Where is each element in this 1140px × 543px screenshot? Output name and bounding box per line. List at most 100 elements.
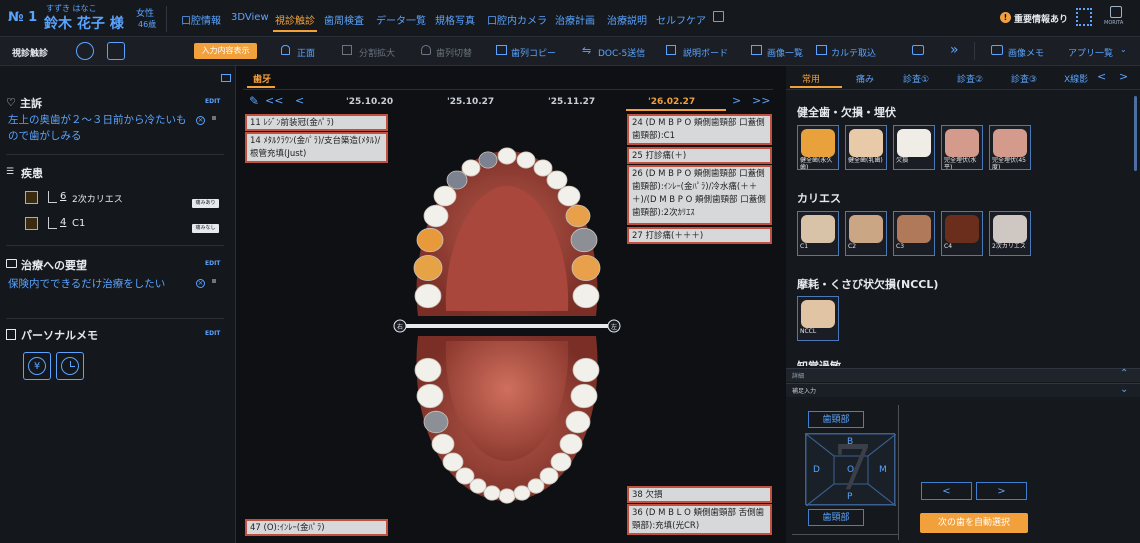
upper-tooth[interactable]: [571, 255, 601, 282]
surface-M[interactable]: M: [879, 465, 887, 475]
tab-pain[interactable]: 痛み: [856, 72, 874, 85]
tab-exam-1[interactable]: 診査①: [903, 72, 929, 85]
surface-B[interactable]: B: [847, 437, 853, 447]
collapse-panel-icon[interactable]: [221, 74, 231, 82]
nav-treatment-plan[interactable]: 治療計画: [555, 12, 595, 27]
nav-self-care[interactable]: セルフケア: [656, 12, 706, 27]
date-col-2[interactable]: '25.10.27: [447, 97, 494, 107]
upper-tooth[interactable]: [461, 159, 481, 177]
upper-tooth[interactable]: [446, 170, 468, 190]
upper-tooth[interactable]: [546, 170, 568, 190]
upper-tooth[interactable]: [497, 147, 517, 165]
nav-last-button[interactable]: >>: [752, 94, 770, 107]
note-tooth-47[interactable]: 47 (O):ｲﾝﾚｰ(金ﾊﾟﾗ): [245, 519, 388, 536]
upper-tooth[interactable]: [414, 283, 442, 309]
lower-tooth[interactable]: [416, 383, 444, 409]
split-zoom-button[interactable]: 分割拡大: [359, 46, 395, 59]
caries-thumb[interactable]: C1: [797, 211, 839, 256]
lower-tooth[interactable]: [565, 410, 591, 434]
nav-prev-button[interactable]: <: [295, 94, 304, 107]
drag-handle-icon[interactable]: [212, 279, 216, 283]
tab-xray[interactable]: X線影: [1064, 72, 1088, 85]
healthy-missing-thumb[interactable]: 完全埋伏(水平): [941, 125, 983, 170]
note-tooth-25[interactable]: 25 打診痛(＋): [627, 147, 772, 164]
next-tooth-button[interactable]: >: [976, 482, 1027, 500]
upper-tooth[interactable]: [423, 204, 449, 228]
personal-memo-edit[interactable]: EDIT: [205, 330, 220, 337]
upper-tooth[interactable]: [413, 255, 443, 282]
lower-tooth[interactable]: [423, 410, 449, 434]
lower-tooth[interactable]: [431, 433, 455, 455]
dental-arch-diagram[interactable]: 右 左: [388, 146, 626, 541]
image-list-button[interactable]: 画像一覧: [767, 46, 803, 59]
nav-3dview[interactable]: 3DView: [231, 12, 269, 23]
explanation-board-button[interactable]: 説明ボード: [683, 46, 728, 59]
input-display-button[interactable]: 入力内容表示: [194, 43, 257, 59]
face-scan-icon[interactable]: [107, 42, 125, 60]
chart-import-button[interactable]: カルテ取込: [831, 46, 876, 59]
row-copy-button[interactable]: 歯列コピー: [511, 46, 556, 59]
surface-selector[interactable]: 7 B D O M P: [805, 432, 896, 506]
nav-visual-palpation[interactable]: 視診触診: [275, 12, 315, 27]
upper-tooth[interactable]: [572, 283, 600, 309]
doc-send-button[interactable]: DOC-5送信: [598, 46, 645, 59]
lower-tooth[interactable]: [414, 357, 442, 383]
prev-tooth-button[interactable]: <: [921, 482, 972, 500]
lower-tooth[interactable]: [513, 485, 531, 501]
detail-panel-header[interactable]: 詳細 ⌃: [786, 368, 1140, 382]
date-col-3[interactable]: '25.11.27: [548, 97, 595, 107]
chevron-down-icon[interactable]: ⌄: [1120, 384, 1128, 395]
drag-handle-icon[interactable]: [212, 116, 216, 120]
note-tooth-24[interactable]: 24 (D M B P O 頬側歯頸部 口蓋側歯頸部):C1: [627, 114, 772, 145]
scrollbar[interactable]: [1134, 96, 1137, 171]
upper-tooth[interactable]: [478, 151, 498, 169]
upper-tooth[interactable]: [557, 185, 581, 207]
nav-first-button[interactable]: <<: [265, 94, 283, 107]
yen-icon[interactable]: ¥: [23, 352, 51, 380]
upper-tooth[interactable]: [516, 151, 536, 169]
upper-tooth[interactable]: [433, 185, 457, 207]
disease-item[interactable]: 6 2次カリエス 痛みあり: [25, 191, 225, 208]
clear-icon[interactable]: ×: [196, 116, 205, 125]
cervical-bottom-button[interactable]: 歯頸部: [808, 509, 864, 526]
note-tooth-27[interactable]: 27 打診痛(＋＋＋): [627, 227, 772, 244]
nav-data-list[interactable]: データ一覧: [376, 12, 426, 27]
note-tooth-38[interactable]: 38 欠損: [627, 486, 772, 503]
nav-perio-exam[interactable]: 歯周検査: [324, 12, 364, 27]
caries-thumb[interactable]: 2次カリエス: [989, 211, 1031, 256]
lower-tooth[interactable]: [442, 452, 464, 472]
app-list-dropdown[interactable]: アプリ一覧: [1068, 46, 1113, 59]
note-tooth-14[interactable]: 14 ﾒﾀﾙｸﾗｳﾝ(金ﾊﾟﾗ)/支台築造(ﾒﾀﾙ)/根管充填(Just): [245, 132, 388, 163]
caries-thumb[interactable]: C2: [845, 211, 887, 256]
nav-intraoral-camera[interactable]: 口腔内カメラ: [487, 12, 547, 27]
upper-tooth[interactable]: [533, 159, 553, 177]
lower-tooth[interactable]: [550, 452, 572, 472]
lower-tooth[interactable]: [559, 433, 583, 455]
date-col-4[interactable]: '26.02.27: [648, 97, 695, 107]
disease-item[interactable]: 4 C1 痛みなし: [25, 217, 225, 233]
nav-standard-photos[interactable]: 規格写真: [435, 12, 475, 27]
tab-common[interactable]: 常用: [802, 72, 820, 85]
clock-icon[interactable]: [56, 352, 84, 380]
note-tooth-36[interactable]: 36 (D M B L O 頬側歯頸部 舌側歯頸部):充填(光CR): [627, 504, 772, 535]
important-info-label[interactable]: 重要情報あり: [1014, 12, 1068, 25]
healthy-missing-thumb[interactable]: 健全歯(永久歯): [797, 125, 839, 170]
chevron-up-icon[interactable]: ⌃: [1120, 368, 1128, 379]
caries-thumb[interactable]: C3: [893, 211, 935, 256]
tab-prev-icon[interactable]: <: [1097, 70, 1106, 83]
upper-tooth[interactable]: [565, 204, 591, 228]
upper-tooth[interactable]: [570, 227, 598, 253]
chief-complaint-edit[interactable]: EDIT: [205, 98, 220, 105]
clear-icon[interactable]: ×: [196, 279, 205, 288]
lower-tooth[interactable]: [498, 488, 516, 504]
tab-exam-2[interactable]: 診査②: [957, 72, 983, 85]
surface-O[interactable]: O: [847, 465, 854, 475]
row-switch-button[interactable]: 歯列切替: [436, 46, 472, 59]
caries-thumb[interactable]: C4: [941, 211, 983, 256]
note-tooth-11[interactable]: 11 ﾚｼﾞﾝ前装冠(金ﾊﾟﾗ): [245, 114, 388, 131]
healthy-missing-thumb[interactable]: 健全歯(乳歯): [845, 125, 887, 170]
nav-treatment-explanation[interactable]: 治療説明: [607, 12, 647, 27]
lower-tooth[interactable]: [570, 383, 598, 409]
supplement-panel-header[interactable]: 補足入力 ⌄: [786, 383, 1140, 397]
nav-oral-info[interactable]: 口腔情報: [181, 12, 221, 27]
